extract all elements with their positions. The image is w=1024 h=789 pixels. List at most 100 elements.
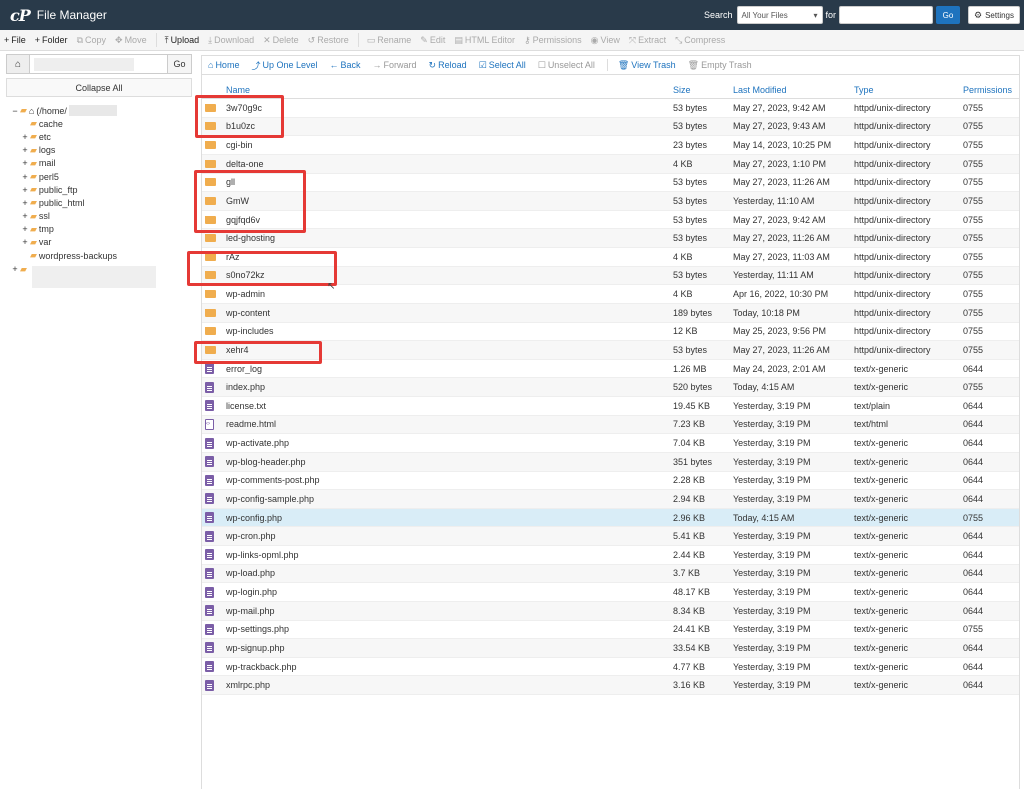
table-row[interactable]: wp-blog-header.php 351 bytes Yesterday, 3:… <box>202 452 1019 472</box>
table-row[interactable]: gll 53 bytes May 27, 2023, 11:26 AM httpd/u… <box>202 174 1019 193</box>
file-icon <box>205 493 214 505</box>
home-directory-button[interactable]: ⌂ <box>6 54 30 74</box>
expand-toggle-icon[interactable]: + <box>20 237 30 247</box>
expand-toggle-icon[interactable]: + <box>20 211 30 221</box>
search-input[interactable] <box>839 6 934 24</box>
table-row[interactable]: wp-login.php 48.17 KB Yesterday, 3:19 PM te… <box>202 583 1019 602</box>
settings-button[interactable]: ⚙ Settings <box>968 6 1020 24</box>
table-row[interactable]: led-ghosting 53 bytes May 27, 2023, 11:26 … <box>202 229 1019 248</box>
forward-link[interactable]: → Forward <box>373 60 417 70</box>
file-permissions: 0755 <box>963 102 984 113</box>
file-button[interactable]: + File <box>4 35 26 45</box>
table-row[interactable]: wp-config.php 2.96 KB Today, 4:15 AM text/x… <box>202 508 1019 528</box>
expand-toggle-icon[interactable]: + <box>20 185 30 195</box>
table-row[interactable]: wp-mail.php 8.34 KB Yesterday, 3:19 PM text… <box>202 601 1019 621</box>
empty-trash-link[interactable]: 🗑 Empty Trash <box>688 60 752 71</box>
move-button[interactable]: ✥ Move <box>115 35 147 46</box>
table-row[interactable]: cgi-bin 23 bytes May 14, 2023, 10:25 PM htt… <box>202 136 1019 155</box>
table-row[interactable]: xmlrpc.php 3.16 KB Yesterday, 3:19 PM text/… <box>202 676 1019 695</box>
table-row[interactable]: wp-settings.php 24.41 KB Yesterday, 3:19 P… <box>202 621 1019 640</box>
header-name[interactable]: Name <box>226 85 673 95</box>
table-row[interactable]: b1u0zc 53 bytes May 27, 2023, 9:43 AM httpd… <box>202 117 1019 137</box>
tree-item[interactable]: + ▰ tmp <box>10 223 194 236</box>
tree-item[interactable]: + ▰ public_ftp <box>10 183 194 196</box>
tree-item[interactable]: + ▰ ssl <box>10 210 194 223</box>
table-row[interactable]: license.txt 19.45 KB Yesterday, 3:19 PM tex… <box>202 397 1019 416</box>
expand-toggle-icon[interactable]: + <box>10 264 20 274</box>
rename-button[interactable]: ▭ Rename <box>367 35 412 46</box>
tree-item[interactable]: + ▰ etc <box>10 130 194 143</box>
table-row[interactable]: wp-config-sample.php 2.94 KB Yesterday, 3:… <box>202 490 1019 509</box>
expand-toggle-icon[interactable]: + <box>20 158 30 168</box>
tree-item[interactable]: + ▰ var <box>10 236 194 249</box>
expand-toggle-icon[interactable]: + <box>20 132 30 142</box>
tree-item[interactable]: ▰ wordpress-backups <box>10 249 194 262</box>
delete-button[interactable]: ✕ Delete <box>263 35 299 46</box>
folder-icon <box>205 122 216 131</box>
table-row[interactable]: wp-admin 4 KB Apr 16, 2022, 10:30 PM httpd/… <box>202 285 1019 304</box>
header-permissions[interactable]: Permissions <box>963 85 1013 95</box>
reload-link[interactable]: ↻ Reload <box>429 60 467 71</box>
table-row[interactable]: readme.html 7.23 KB Yesterday, 3:19 PM text… <box>202 415 1019 435</box>
html-editor-button[interactable]: ▤ HTML Editor <box>454 35 515 46</box>
table-row[interactable]: s0no72kz 53 bytes Yesterday, 11:11 AM httpd… <box>202 266 1019 286</box>
table-row[interactable]: GmW 53 bytes Yesterday, 11:10 AM httpd/unix… <box>202 192 1019 211</box>
edit-button[interactable]: ✎ Edit <box>420 35 445 46</box>
tree-item[interactable]: + ▰ <box>10 262 194 290</box>
tree-root[interactable]: − ▰ ⌂ (/home/ <box>10 104 194 117</box>
path-go-button[interactable]: Go <box>168 54 192 74</box>
cpanel-logo[interactable]: cP File Manager <box>10 6 107 25</box>
expand-toggle-icon[interactable]: + <box>20 172 30 182</box>
table-row[interactable]: wp-activate.php 7.04 KB Yesterday, 3:19 PM… <box>202 434 1019 453</box>
collapse-toggle-icon[interactable]: − <box>10 106 20 116</box>
extract-button[interactable]: ⤧ Extract <box>629 35 666 46</box>
table-row[interactable]: gqjfqd6v 53 bytes May 27, 2023, 9:42 AM htt… <box>202 211 1019 230</box>
collapse-all-button[interactable]: Collapse All <box>6 78 192 97</box>
table-row[interactable]: wp-links-opml.php 2.44 KB Yesterday, 3:19 … <box>202 546 1019 565</box>
table-row[interactable]: wp-content 189 bytes Today, 10:18 PM httpd/… <box>202 303 1019 323</box>
table-row[interactable]: xehr4 53 bytes May 27, 2023, 11:26 AM httpd… <box>202 341 1019 360</box>
expand-toggle-icon[interactable]: + <box>20 145 30 155</box>
compress-button[interactable]: ⤡ Compress <box>675 35 725 46</box>
table-row[interactable]: delta-one 4 KB May 27, 2023, 1:10 PM httpd/… <box>202 154 1019 174</box>
table-row[interactable]: wp-comments-post.php 2.28 KB Yesterday, 3:… <box>202 472 1019 491</box>
table-row[interactable]: wp-trackback.php 4.77 KB Yesterday, 3:19 P… <box>202 658 1019 677</box>
select-all-link[interactable]: ☑ Select All <box>479 60 526 71</box>
table-row[interactable]: wp-load.php 3.7 KB Yesterday, 3:19 PM text/… <box>202 564 1019 584</box>
table-row[interactable]: wp-signup.php 33.54 KB Yesterday, 3:19 PM t… <box>202 639 1019 658</box>
header-size[interactable]: Size <box>673 85 733 95</box>
expand-toggle-icon[interactable]: + <box>20 198 30 208</box>
view-button[interactable]: ◉ View <box>591 35 620 46</box>
table-row[interactable]: 3w70g9c 53 bytes May 27, 2023, 9:42 AM http… <box>202 99 1019 118</box>
table-row[interactable]: index.php 520 bytes Today, 4:15 AM text/x-g… <box>202 378 1019 397</box>
tree-item[interactable]: ▰ cache <box>10 117 194 130</box>
table-row[interactable]: wp-cron.php 5.41 KB Yesterday, 3:19 PM text… <box>202 527 1019 546</box>
upload-button[interactable]: ⤒ Upload <box>165 35 200 46</box>
table-row[interactable]: error_log 1.26 MB May 24, 2023, 2:01 AM tex… <box>202 360 1019 379</box>
tree-item[interactable]: + ▰ public_html <box>10 196 194 209</box>
copy-button[interactable]: ⧉ Copy <box>77 35 106 46</box>
unselect-all-link[interactable]: ☐ Unselect All <box>538 60 595 71</box>
back-link[interactable]: ← Back <box>330 60 361 70</box>
permissions-button[interactable]: ⚷ Permissions <box>524 35 582 46</box>
tree-item[interactable]: + ▰ mail <box>10 157 194 170</box>
table-row[interactable]: rAz 4 KB May 27, 2023, 11:03 AM httpd/unix-… <box>202 248 1019 267</box>
file-permissions: 0755 <box>963 140 984 151</box>
download-button[interactable]: ⤓ Download <box>208 35 254 46</box>
path-input[interactable] <box>30 54 168 74</box>
expand-toggle-icon[interactable]: + <box>20 224 30 234</box>
folder-button[interactable]: + Folder <box>35 35 68 45</box>
search-scope-select[interactable]: All Your Files ▾ <box>736 6 823 24</box>
restore-button[interactable]: ↺ Restore <box>308 35 349 46</box>
header-type[interactable]: Type <box>854 85 963 95</box>
header-last-modified[interactable]: Last Modified <box>733 85 854 95</box>
search-go-button[interactable]: Go <box>936 6 961 24</box>
home-link[interactable]: ⌂ Home <box>208 60 239 70</box>
edit-icon: ✎ <box>420 34 428 45</box>
table-row[interactable]: wp-includes 12 KB May 25, 2023, 9:56 PM htt… <box>202 323 1019 342</box>
up-one-level-link[interactable]: ⤴ Up One Level <box>251 59 317 72</box>
view-trash-link[interactable]: 🗑 View Trash <box>618 60 676 71</box>
file-type: text/x-generic <box>854 456 909 467</box>
tree-item[interactable]: + ▰ perl5 <box>10 170 194 183</box>
tree-item[interactable]: + ▰ logs <box>10 144 194 157</box>
